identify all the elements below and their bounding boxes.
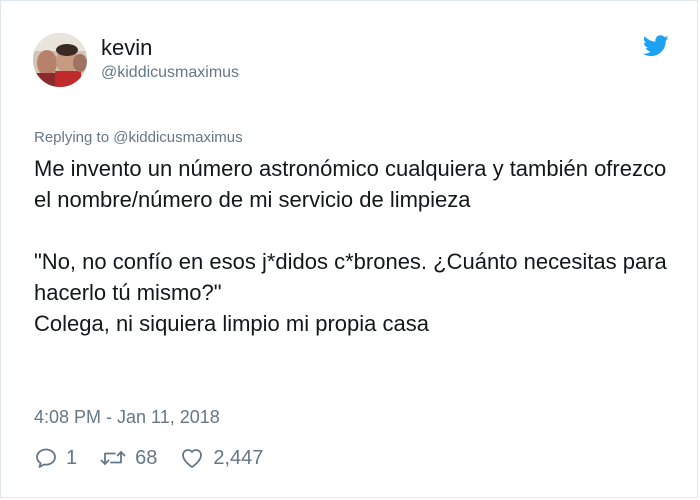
tweet-paragraph: Colega, ni siquiera limpio mi propia cas… — [34, 311, 429, 336]
like-button[interactable]: 2,447 — [179, 445, 263, 471]
timestamp[interactable]: 4:08 PM - Jan 11, 2018 — [34, 406, 220, 428]
retweet-button[interactable]: 68 — [99, 445, 157, 471]
reply-button[interactable]: 1 — [34, 445, 77, 471]
tweet-card: kevin @kiddicusmaximus Replying to @kidd… — [0, 0, 698, 498]
retweet-count: 68 — [135, 447, 158, 469]
avatar[interactable] — [33, 33, 87, 87]
tweet-paragraph: "No, no confío en esos j*didos c*brones.… — [34, 249, 667, 305]
author-handle[interactable]: @kiddicusmaximus — [101, 63, 239, 83]
heart-icon — [182, 449, 203, 468]
reply-bubble-icon — [36, 448, 56, 468]
author-name[interactable]: kevin — [101, 35, 152, 61]
replying-to: Replying to @kiddicusmaximus — [34, 129, 243, 146]
action-bar: 1 68 2,447 — [34, 445, 285, 471]
tweet-text: Me invento un número astronómico cualqui… — [34, 153, 674, 339]
tweet-paragraph: Me invento un número astronómico cualqui… — [34, 156, 667, 212]
retweet-icon — [100, 451, 126, 465]
twitter-bird-icon[interactable] — [642, 35, 669, 57]
like-count: 2,447 — [213, 447, 264, 469]
reply-count: 1 — [66, 447, 78, 469]
avatar-photo — [33, 33, 87, 87]
